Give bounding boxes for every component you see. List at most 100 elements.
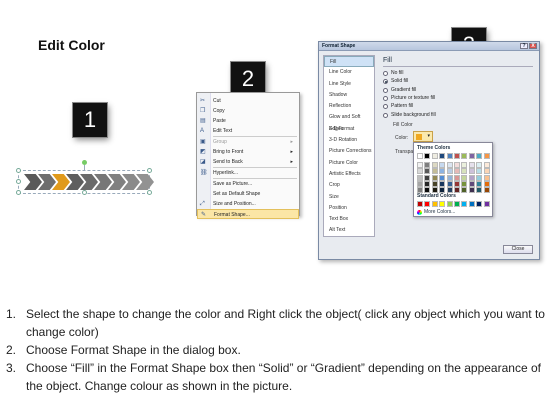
fill-option-pattern-fill[interactable]: Pattern fill [383, 103, 413, 110]
color-swatch[interactable] [424, 153, 431, 159]
color-swatch[interactable] [417, 162, 423, 168]
menu-item-cut[interactable]: ✂ Cut [197, 96, 299, 106]
color-swatch[interactable] [468, 180, 475, 187]
color-swatch[interactable] [431, 168, 438, 175]
nav-item-picture-color[interactable]: Picture Color [324, 158, 374, 169]
radio-button[interactable] [383, 71, 388, 76]
nav-item-picture-corrections[interactable]: Picture Corrections [324, 146, 374, 157]
menu-item-size-and-position[interactable]: ⤢ Size and Position... [197, 199, 299, 209]
menu-item-format-shape[interactable]: ✎ Format Shape... [197, 209, 299, 219]
color-swatch[interactable] [446, 174, 453, 181]
nav-item-3-d-rotation[interactable]: 3-D Rotation [324, 135, 374, 146]
nav-item-3-d-format[interactable]: 3-D Format [324, 124, 374, 135]
more-colors-item[interactable]: More Colors... [417, 209, 455, 216]
fill-option-no-fill[interactable]: No fill [383, 70, 404, 77]
color-swatch[interactable] [483, 201, 490, 207]
color-swatch[interactable] [468, 162, 475, 168]
nav-item-position[interactable]: Position [324, 203, 374, 214]
menu-item-set-as-default-shape[interactable]: Set as Default Shape [197, 189, 299, 199]
close-button[interactable]: Close [503, 245, 533, 254]
color-swatch[interactable] [417, 153, 423, 159]
color-swatch[interactable] [446, 180, 453, 187]
color-swatch[interactable] [446, 201, 453, 207]
color-swatch[interactable] [468, 153, 475, 159]
menu-item-edit-text[interactable]: A Edit Text [197, 126, 299, 136]
radio-button[interactable] [383, 95, 388, 101]
color-swatch[interactable] [431, 201, 438, 207]
color-swatch[interactable] [424, 168, 431, 175]
resize-handle[interactable] [82, 190, 87, 195]
color-swatch[interactable] [476, 174, 483, 181]
nav-item-text-box[interactable]: Text Box [324, 214, 374, 225]
color-swatch[interactable] [461, 168, 468, 175]
nav-item-line-style[interactable]: Line Style [324, 79, 374, 90]
color-swatch[interactable] [461, 180, 468, 187]
color-swatch[interactable] [483, 174, 490, 181]
color-swatch[interactable] [468, 168, 475, 175]
color-swatch[interactable] [453, 162, 460, 168]
fill-option-solid-fill[interactable]: Solid fill [383, 78, 408, 85]
nav-item-crop[interactable]: Crop [324, 180, 374, 191]
nav-item-reflection[interactable]: Reflection [324, 101, 374, 112]
radio-button[interactable] [383, 79, 388, 85]
color-swatch[interactable] [453, 201, 460, 207]
color-swatch[interactable] [446, 168, 453, 175]
menu-item-save-as-picture[interactable]: Save as Picture... [197, 179, 299, 189]
nav-item-glow-and-soft-edges[interactable]: Glow and Soft Edges [324, 112, 374, 131]
resize-handle[interactable] [16, 190, 21, 195]
color-swatch[interactable] [431, 180, 438, 187]
color-swatch[interactable] [439, 153, 446, 159]
nav-item-fill[interactable]: Fill [324, 56, 374, 68]
radio-button[interactable] [383, 104, 388, 110]
nav-item-line-color[interactable]: Line Color [324, 67, 374, 78]
rotation-handle[interactable] [82, 160, 87, 165]
color-swatch[interactable] [453, 174, 460, 181]
color-swatch[interactable] [439, 162, 446, 168]
nav-item-shadow[interactable]: Shadow [324, 90, 374, 101]
radio-button[interactable] [383, 87, 388, 93]
color-swatch[interactable] [453, 153, 460, 159]
color-swatch[interactable] [417, 201, 423, 207]
menu-item-bring-to-front[interactable]: ◩ Bring to Front ▸ [197, 147, 299, 157]
color-swatch[interactable] [468, 187, 475, 194]
fill-option-slide-background-fill[interactable]: Slide background fill [383, 112, 436, 119]
radio-button[interactable] [383, 112, 388, 118]
close-icon[interactable]: X [529, 43, 537, 49]
color-swatch[interactable] [476, 201, 483, 207]
nav-item-artistic-effects[interactable]: Artistic Effects [324, 169, 374, 180]
color-swatch[interactable] [476, 180, 483, 187]
color-swatch[interactable] [483, 180, 490, 187]
color-swatch[interactable] [431, 162, 438, 168]
color-swatch[interactable] [468, 174, 475, 181]
color-swatch[interactable] [461, 174, 468, 181]
color-swatch[interactable] [468, 201, 475, 207]
color-swatch[interactable] [483, 187, 490, 194]
color-swatch[interactable] [453, 168, 460, 175]
color-swatch[interactable] [476, 187, 483, 194]
menu-item-paste[interactable]: ▤ Paste [197, 116, 299, 126]
menu-item-group[interactable]: ▣ Group ▸ [197, 137, 299, 147]
color-swatch[interactable] [424, 174, 431, 181]
chevron-shape[interactable] [14, 160, 154, 196]
color-swatch[interactable] [424, 201, 431, 207]
color-swatch[interactable] [483, 168, 490, 175]
color-swatch[interactable] [446, 162, 453, 168]
menu-item-hyperlink[interactable]: ⛓ Hyperlink... [197, 168, 299, 178]
color-swatch[interactable] [424, 162, 431, 168]
menu-item-copy[interactable]: ❐ Copy [197, 106, 299, 116]
menu-item-send-to-back[interactable]: ◪ Send to Back ▸ [197, 157, 299, 167]
color-swatch[interactable] [453, 180, 460, 187]
color-swatch[interactable] [476, 162, 483, 168]
color-swatch[interactable] [417, 174, 423, 181]
fill-option-gradient-fill[interactable]: Gradient fill [383, 87, 416, 94]
color-swatch[interactable] [461, 162, 468, 168]
color-swatch[interactable] [446, 153, 453, 159]
fill-option-picture-or-texture-fill[interactable]: Picture or texture fill [383, 95, 435, 102]
color-swatch[interactable] [483, 153, 490, 159]
color-swatch[interactable] [424, 180, 431, 187]
color-swatch[interactable] [461, 201, 468, 207]
resize-handle[interactable] [16, 179, 21, 184]
nav-item-size[interactable]: Size [324, 192, 374, 203]
resize-handle[interactable] [16, 168, 21, 173]
color-swatch[interactable] [476, 168, 483, 175]
